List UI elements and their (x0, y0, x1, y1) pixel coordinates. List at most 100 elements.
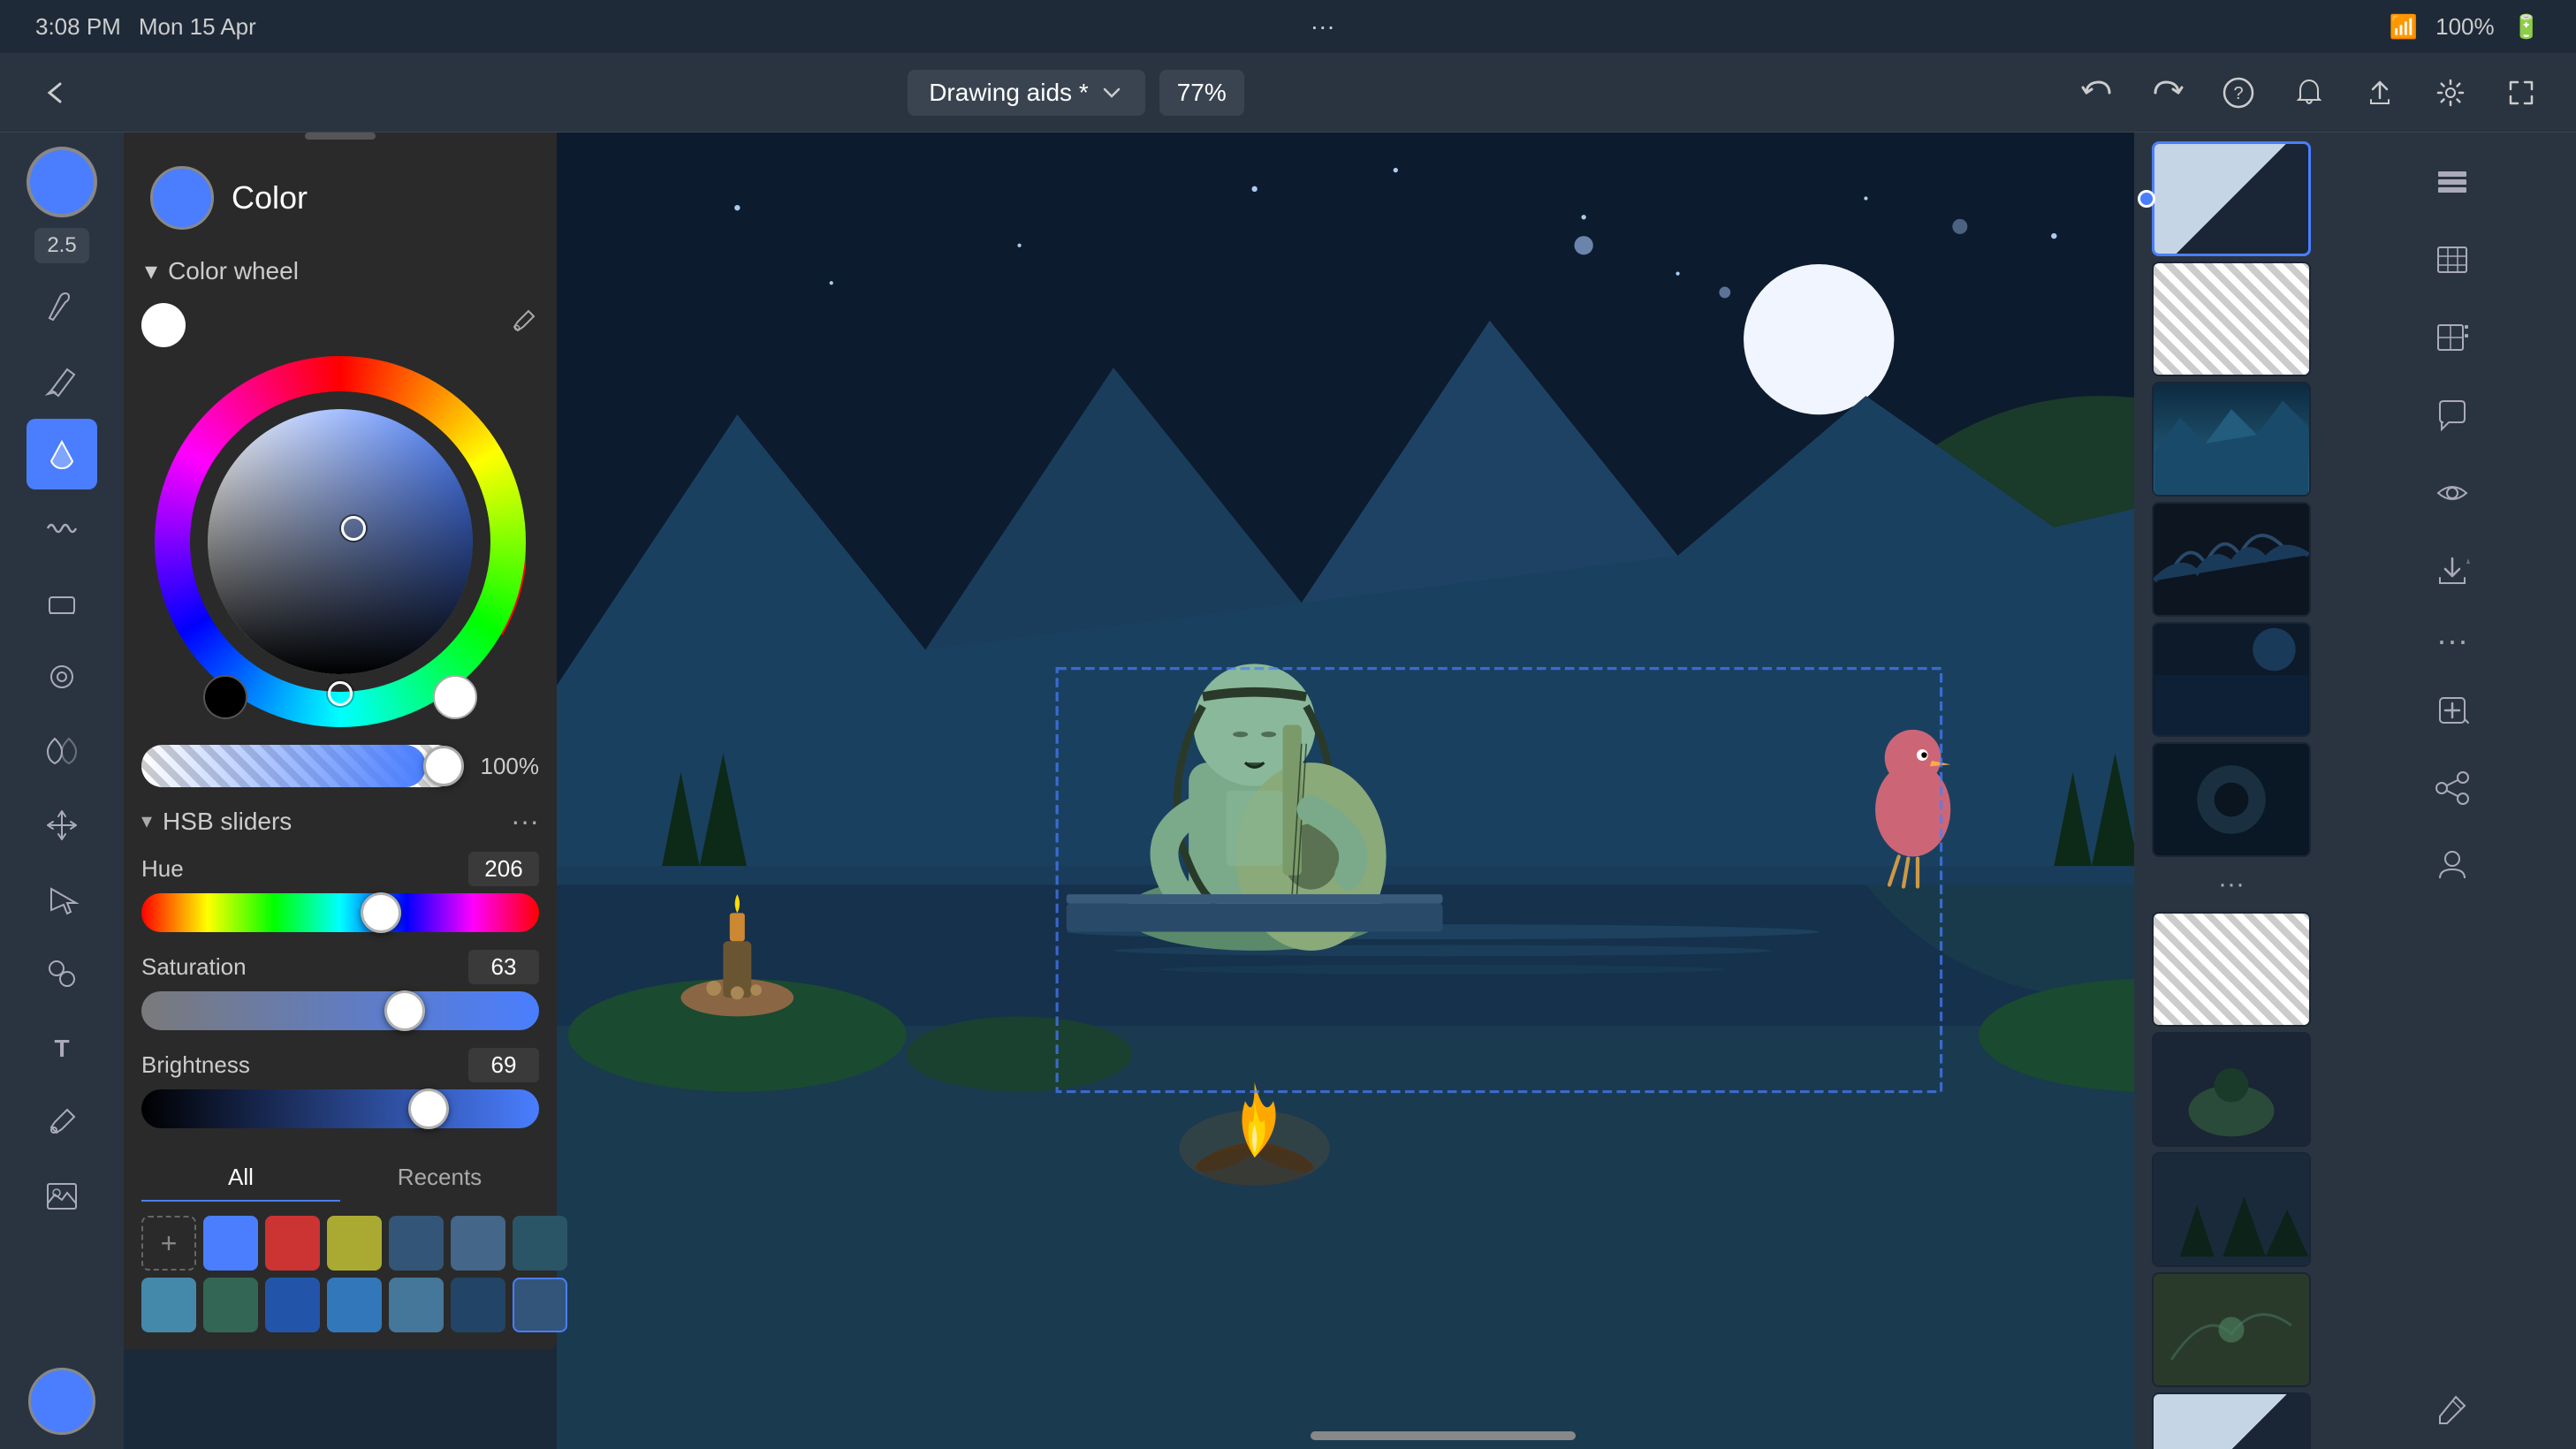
panel-drag-handle[interactable] (305, 133, 376, 140)
more-layers-button[interactable]: ··· (2211, 862, 2252, 907)
selection-tool-button[interactable] (27, 864, 97, 935)
swatch-blue[interactable] (203, 1216, 258, 1271)
layer-thumb-9[interactable] (2152, 1152, 2311, 1267)
comments-button[interactable] (2417, 380, 2488, 451)
grid-button[interactable] (2417, 302, 2488, 373)
saturation-slider-thumb[interactable] (384, 990, 425, 1031)
eyedropper-tool-button[interactable] (27, 1087, 97, 1157)
layer-thumb-2[interactable] (2152, 262, 2311, 376)
layer-thumb-5[interactable] (2152, 622, 2311, 737)
current-color-circle[interactable] (150, 166, 214, 230)
share-button[interactable] (2352, 64, 2408, 121)
visibility-button[interactable] (2417, 458, 2488, 528)
opacity-slider-thumb[interactable] (423, 746, 464, 786)
text-tool-button[interactable]: T (27, 1013, 97, 1083)
reference-tool-button[interactable] (27, 1161, 97, 1232)
redo-button[interactable] (2139, 64, 2196, 121)
pen-button[interactable] (2433, 1390, 2472, 1435)
layer-thumb-10[interactable] (2152, 1272, 2311, 1387)
liquify-tool-button[interactable] (27, 716, 97, 786)
color-wheel-section-header[interactable]: ▾ Color wheel (124, 247, 557, 294)
person-button[interactable] (2417, 831, 2488, 901)
swatch-teal[interactable] (513, 1216, 567, 1271)
adjustments-button[interactable] (2417, 224, 2488, 295)
layer-thumb-6[interactable] (2152, 742, 2311, 857)
wave-tool-button[interactable] (27, 493, 97, 564)
eyedropper-button[interactable] (507, 306, 539, 345)
share-right-button[interactable] (2417, 753, 2488, 823)
layer-thumb-1[interactable] (2152, 141, 2311, 256)
back-button[interactable] (27, 64, 83, 121)
swatch-medium-blue[interactable] (451, 1216, 505, 1271)
bright-label-row: Brightness 69 (141, 1048, 539, 1082)
clone-tool-button[interactable] (27, 938, 97, 1009)
brush-tool-button[interactable] (27, 270, 97, 341)
bottom-color-circle[interactable] (28, 1368, 95, 1435)
import-button[interactable] (2417, 535, 2488, 606)
swatch-green[interactable] (203, 1278, 258, 1332)
swatch-row-2 (141, 1278, 539, 1332)
right-more-button[interactable]: ··· (2428, 613, 2477, 668)
layer-thumb-4[interactable] (2152, 502, 2311, 617)
hsb-title-row: ▾ HSB sliders (141, 808, 292, 836)
swatch-royal-blue[interactable] (265, 1278, 320, 1332)
swatch-red[interactable] (265, 1216, 320, 1271)
recents-tab[interactable]: Recents (340, 1155, 539, 1202)
canvas-area[interactable] (557, 133, 2329, 1449)
pencil-tool-button[interactable] (27, 345, 97, 415)
layers-panel: ··· (2134, 133, 2329, 1449)
swatch-cornflower-blue[interactable] (327, 1278, 382, 1332)
color-wheel-chevron: ▾ (145, 256, 157, 285)
drawing-aids-button[interactable]: Drawing aids * (908, 70, 1145, 116)
zoom-display[interactable]: 77% (1159, 70, 1244, 116)
hsb-more-button[interactable]: ··· (511, 805, 539, 838)
help-button[interactable]: ? (2210, 64, 2267, 121)
swatch-sky-blue[interactable] (141, 1278, 196, 1332)
fill-tool-button[interactable] (27, 419, 97, 489)
battery-display: 100% (2435, 13, 2495, 41)
eraser-tool-button[interactable] (27, 567, 97, 638)
status-right: 📶 100% 🔋 (2390, 13, 2541, 41)
layer-thumb-7[interactable] (2152, 912, 2311, 1027)
notifications-button[interactable] (2281, 64, 2337, 121)
color-picker-circle[interactable] (27, 147, 97, 217)
smudge-tool-button[interactable] (27, 641, 97, 712)
brightness-slider-row: Brightness 69 (141, 1048, 539, 1128)
brightness-value[interactable]: 69 (468, 1048, 539, 1082)
swatch-dark-blue[interactable] (389, 1216, 444, 1271)
color-panel-title: Color (232, 179, 308, 216)
time-display: 3:08 PM (35, 13, 121, 41)
add-layer-button[interactable] (2417, 675, 2488, 746)
canvas-scrollbar[interactable] (1311, 1431, 1576, 1440)
all-tab[interactable]: All (141, 1155, 340, 1202)
opacity-slider-track[interactable] (141, 745, 458, 787)
saturation-slider-track[interactable] (141, 991, 539, 1030)
white-color-swatch[interactable] (141, 303, 186, 347)
wifi-icon: 📶 (2390, 13, 2418, 41)
move-tool-button[interactable] (27, 790, 97, 861)
hue-slider-row: Hue 206 (141, 852, 539, 932)
swatch-selected[interactable] (513, 1278, 567, 1332)
layers-button[interactable] (2417, 147, 2488, 217)
saturation-value[interactable]: 63 (468, 950, 539, 984)
swatch-yellow[interactable] (327, 1216, 382, 1271)
brightness-slider-track[interactable] (141, 1089, 539, 1128)
swatch-navy[interactable] (451, 1278, 505, 1332)
hue-slider-thumb[interactable] (361, 892, 401, 933)
left-tools-panel: 2.5 T (0, 133, 124, 1449)
swatch-steel-blue[interactable] (389, 1278, 444, 1332)
color-wheel[interactable] (155, 356, 526, 727)
layer-thumb-11[interactable] (2152, 1392, 2311, 1449)
hue-value[interactable]: 206 (468, 852, 539, 886)
hue-slider-track[interactable] (141, 893, 539, 932)
brightness-label: Brightness (141, 1051, 250, 1079)
layer-thumb-8[interactable] (2152, 1032, 2311, 1147)
brightness-slider-thumb[interactable] (408, 1089, 449, 1129)
add-swatch-button[interactable]: + (141, 1216, 196, 1271)
settings-button[interactable] (2422, 64, 2479, 121)
layer-thumb-3[interactable] (2152, 382, 2311, 497)
undo-button[interactable] (2069, 64, 2125, 121)
expand-button[interactable] (2493, 64, 2549, 121)
date-display: Mon 15 Apr (139, 13, 256, 41)
tool-size-display[interactable]: 2.5 (34, 228, 88, 263)
